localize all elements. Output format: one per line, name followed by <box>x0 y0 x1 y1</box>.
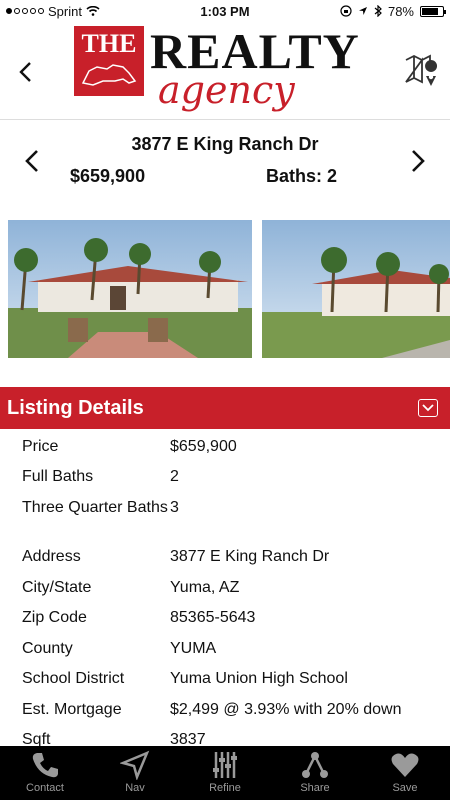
detail-value: 85365-5643 <box>170 609 256 626</box>
detail-label: City/State <box>22 579 92 596</box>
property-photo-1[interactable] <box>8 220 252 358</box>
carrier-info: Sprint <box>6 4 156 19</box>
detail-row-zip-code: Zip Code 85365-5643 <box>0 600 450 631</box>
detail-row-county: County YUMA <box>0 631 450 661</box>
detail-value: $2,499 @ 3.93% with 20% down <box>170 701 402 718</box>
detail-row-price: Price $659,900 <box>0 429 450 459</box>
map-button[interactable] <box>404 52 440 88</box>
detail-value: Yuma Union High School <box>170 670 348 687</box>
detail-row-three-quarter-baths: Three Quarter Baths 3 <box>0 490 450 539</box>
share-icon <box>302 752 328 778</box>
detail-value: Yuma, AZ <box>170 579 240 596</box>
detail-label: Full Baths <box>22 468 94 485</box>
status-bar: Sprint 1:03 PM 78% <box>0 0 450 22</box>
bottom-tab-bar: Contact Nav Refine Share Save <box>0 746 450 800</box>
phone-icon <box>32 753 58 778</box>
property-summary: 3877 E King Ranch Dr $659,900 Baths: 2 <box>0 124 450 204</box>
nav-contact-button[interactable]: Contact <box>0 746 90 800</box>
property-photo-2[interactable] <box>262 220 450 358</box>
nav-share-label: Share <box>300 782 330 794</box>
lock-rotation-icon <box>340 5 352 17</box>
nav-contact-label: Contact <box>26 782 64 794</box>
chevron-down-icon <box>422 404 434 412</box>
navigation-arrow-icon <box>120 750 150 780</box>
detail-label: Address <box>22 548 81 565</box>
property-baths: Baths: 2 <box>266 166 338 186</box>
nav-share-button[interactable]: Share <box>270 746 360 800</box>
nav-save-label: Save <box>392 782 418 794</box>
carrier-name: Sprint <box>48 3 82 19</box>
detail-label: County <box>22 640 73 657</box>
detail-label: Price <box>22 438 59 455</box>
detail-value: 3 <box>170 499 179 516</box>
nav-refine-button[interactable]: Refine <box>180 746 270 800</box>
listing-details-list: Price $659,900 Full Baths 2 Three Quarte… <box>0 429 450 752</box>
nav-nav-label: Nav <box>125 782 145 794</box>
back-button[interactable] <box>14 57 38 87</box>
logo-red-box: THE <box>74 26 144 96</box>
logo-the-text: THE <box>81 29 137 58</box>
detail-label: Est. Mortgage <box>22 701 122 718</box>
detail-value: $659,900 <box>170 438 237 455</box>
detail-value: YUMA <box>170 640 217 657</box>
app-header: THE REALTY agency <box>0 22 450 120</box>
heart-icon <box>391 753 419 777</box>
collapse-button[interactable] <box>418 399 438 417</box>
wifi-icon <box>86 6 100 16</box>
detail-row-school-district: School District Yuma Union High School <box>0 661 450 692</box>
detail-label: Zip Code <box>22 609 87 626</box>
logo-agency-text: agency <box>158 68 295 112</box>
detail-value: 3877 E King Ranch Dr <box>170 548 330 565</box>
detail-value: 2 <box>170 468 179 485</box>
location-arrow-icon <box>358 7 367 15</box>
property-address: 3877 E King Ranch Dr <box>131 134 319 154</box>
battery-percent: 78% <box>387 3 414 19</box>
property-price: $659,900 <box>70 166 146 186</box>
next-listing-button[interactable] <box>408 146 428 176</box>
battery-icon <box>420 5 446 17</box>
nav-refine-label: Refine <box>209 782 241 794</box>
signal-icon <box>6 8 44 14</box>
status-indicators: 78% <box>294 3 446 19</box>
detail-row-city-state: City/State Yuma, AZ <box>0 570 450 600</box>
detail-row-est-mortgage: Est. Mortgage $2,499 @ 3.93% with 20% do… <box>0 692 450 722</box>
bluetooth-icon <box>374 5 382 17</box>
status-time: 1:03 PM <box>200 3 250 19</box>
logo-map-graphic <box>81 64 137 86</box>
detail-label: School District <box>22 670 125 687</box>
listing-details-title: Listing Details <box>7 397 144 419</box>
nav-save-button[interactable]: Save <box>360 746 450 800</box>
realty-agency-logo: THE REALTY agency <box>74 23 380 116</box>
detail-label: Three Quarter Baths <box>22 499 168 516</box>
detail-row-full-baths: Full Baths 2 <box>0 459 450 490</box>
sliders-icon <box>213 752 237 778</box>
nav-nav-button[interactable]: Nav <box>90 746 180 800</box>
listing-details-header[interactable]: Listing Details <box>0 387 450 429</box>
detail-row-address: Address 3877 E King Ranch Dr <box>0 539 450 570</box>
